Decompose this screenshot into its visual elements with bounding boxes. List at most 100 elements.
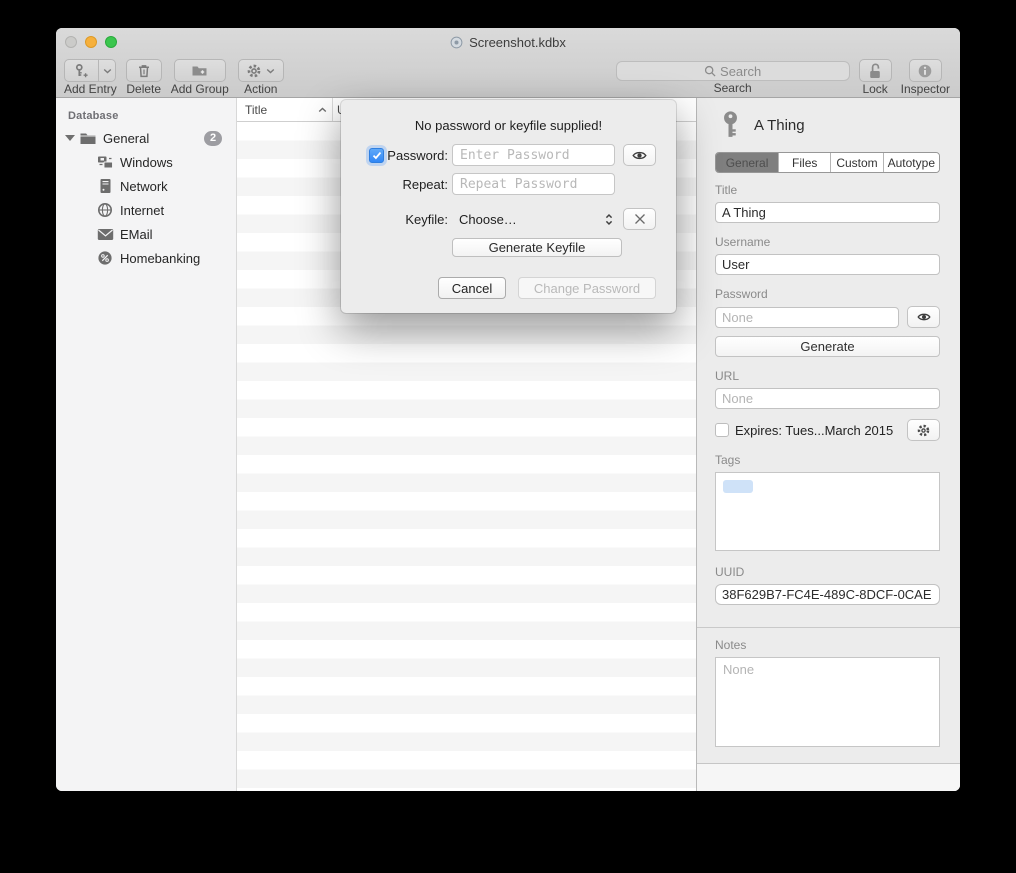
password-field[interactable]: [715, 307, 899, 328]
search-input[interactable]: [616, 61, 850, 81]
key-icon: [721, 110, 740, 140]
reveal-password-button[interactable]: [623, 144, 656, 166]
eye-icon: [916, 311, 932, 323]
zoom-button[interactable]: [105, 36, 117, 48]
keyfile-value: Choose…: [452, 212, 517, 227]
titlebar[interactable]: Screenshot.kdbx: [56, 28, 960, 56]
tags-box[interactable]: [715, 472, 940, 551]
gear-icon: [246, 63, 262, 79]
password-checkbox[interactable]: [369, 148, 384, 163]
entry-count-badge: 2: [204, 131, 222, 146]
repeat-label: Repeat:: [402, 177, 448, 192]
close-button[interactable]: [65, 36, 77, 48]
toolbar: Add Entry Delete: [56, 56, 960, 97]
macpass-window: Screenshot.kdbx: [56, 28, 960, 791]
sidebar-item-label: Homebanking: [120, 251, 200, 266]
sidebar-item-label: Windows: [120, 155, 173, 170]
uuid-field[interactable]: [715, 584, 940, 605]
expires-row: Expires: Tues...March 2015: [715, 419, 940, 441]
generate-password-button[interactable]: Generate: [715, 336, 940, 357]
sidebar-item-label: Network: [120, 179, 168, 194]
sidebar-item-email[interactable]: EMail: [56, 222, 236, 246]
lock-label: Lock: [862, 83, 887, 96]
generate-keyfile-button[interactable]: Generate Keyfile: [452, 238, 622, 257]
tags-field-label: Tags: [715, 453, 940, 467]
expires-checkbox[interactable]: [715, 423, 729, 437]
add-group-label: Add Group: [171, 83, 229, 96]
tab-autotype[interactable]: Autotype: [883, 153, 939, 172]
notes-divider: [697, 627, 960, 628]
sidebar-item-general[interactable]: General 2: [56, 126, 236, 150]
trash-icon: [136, 63, 152, 79]
sidebar-section-header: Database: [56, 106, 236, 126]
percent-icon: [96, 250, 114, 266]
dialog-message: No password or keyfile supplied!: [341, 118, 676, 133]
window-chrome: Screenshot.kdbx: [56, 28, 960, 98]
tab-files[interactable]: Files: [778, 153, 830, 172]
search-label: Search: [714, 82, 752, 95]
add-entry-group: Add Entry: [64, 59, 117, 96]
username-field[interactable]: [715, 254, 940, 275]
delete-button[interactable]: [126, 59, 162, 82]
folder-icon: [79, 130, 97, 146]
column-header-title[interactable]: Title: [237, 98, 333, 121]
expires-settings-button[interactable]: [907, 419, 940, 441]
inspector-panel: A Thing General Files Custom Autotype Ti…: [696, 98, 960, 791]
add-group-button[interactable]: [174, 59, 226, 82]
sidebar-item-network[interactable]: Network: [56, 174, 236, 198]
key-plus-icon: [74, 63, 90, 79]
server-icon: [96, 178, 114, 194]
sidebar-item-homebanking[interactable]: Homebanking: [56, 246, 236, 270]
column-label: Title: [245, 103, 267, 117]
change-password-button[interactable]: Change Password: [518, 277, 656, 299]
clear-keyfile-button[interactable]: [623, 208, 656, 230]
url-field-label: URL: [715, 369, 940, 383]
change-password-dialog: No password or keyfile supplied! Passwor…: [341, 100, 676, 313]
tag-pill[interactable]: [723, 480, 753, 493]
keyfile-popup[interactable]: Choose…: [452, 208, 615, 230]
sidebar-item-windows[interactable]: Windows: [56, 150, 236, 174]
title-field-label: Title: [715, 183, 940, 197]
open-padlock-icon: [867, 62, 883, 79]
add-entry-button[interactable]: [64, 59, 99, 82]
sidebar-item-label: EMail: [120, 227, 153, 242]
x-icon: [634, 213, 646, 225]
workgroup-icon: [96, 154, 114, 170]
search-group: Search Search: [616, 59, 850, 95]
inspector-button[interactable]: [909, 59, 942, 82]
entry-title: A Thing: [754, 117, 805, 134]
window-title-area: Screenshot.kdbx: [450, 35, 566, 50]
disclosure-triangle-icon[interactable]: [65, 135, 75, 141]
action-button[interactable]: [238, 59, 284, 82]
enter-password-input[interactable]: [452, 144, 615, 166]
add-entry-dropdown-button[interactable]: [99, 59, 116, 82]
folder-plus-icon: [191, 63, 208, 78]
traffic-lights: [65, 36, 117, 48]
gear-icon: [916, 423, 931, 438]
reveal-password-button[interactable]: [907, 306, 940, 328]
title-field[interactable]: [715, 202, 940, 223]
eye-icon: [631, 149, 648, 162]
url-field[interactable]: [715, 388, 940, 409]
sidebar-item-internet[interactable]: Internet: [56, 198, 236, 222]
repeat-password-input[interactable]: [452, 173, 615, 195]
tab-general[interactable]: General: [716, 153, 778, 172]
lock-button[interactable]: [859, 59, 892, 82]
info-icon: [917, 63, 933, 79]
action-group: Action: [238, 59, 284, 96]
lock-group: Lock: [859, 59, 892, 96]
minimize-button[interactable]: [85, 36, 97, 48]
sidebar: Database General 2: [56, 98, 237, 791]
username-field-label: Username: [715, 235, 940, 249]
sort-ascending-icon: [318, 107, 327, 113]
cancel-button[interactable]: Cancel: [438, 277, 506, 299]
entry-header: A Thing: [715, 110, 940, 140]
keyfile-label: Keyfile:: [405, 212, 448, 227]
inspector-footer: [697, 763, 960, 791]
password-label: Password:: [387, 148, 448, 163]
envelope-icon: [96, 226, 114, 242]
notes-field[interactable]: None: [715, 657, 940, 747]
add-group-group: Add Group: [171, 59, 229, 96]
tab-custom[interactable]: Custom: [830, 153, 882, 172]
repeat-row: Repeat:: [360, 173, 676, 195]
